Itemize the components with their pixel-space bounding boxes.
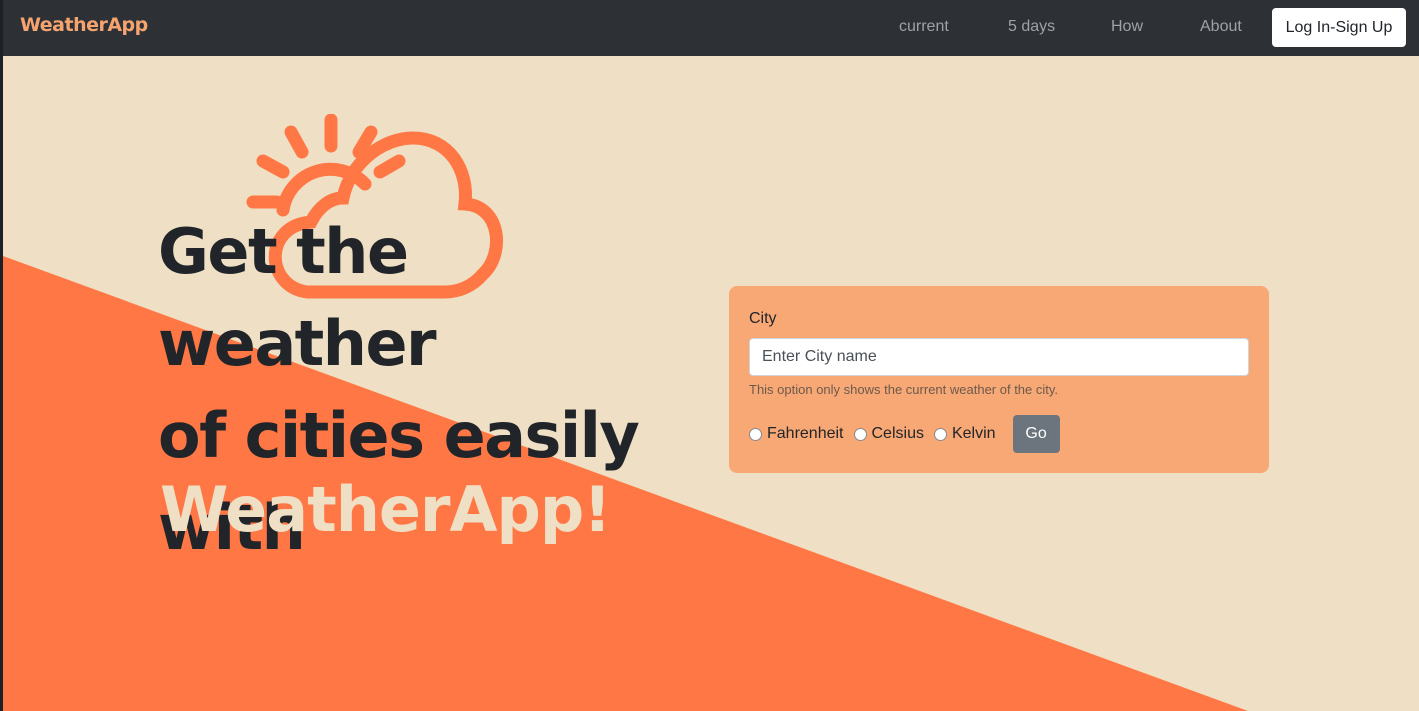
city-search-card: City This option only shows the current …: [729, 286, 1269, 473]
unit-option-kelvin[interactable]: Kelvin: [933, 425, 996, 443]
nav-link-about[interactable]: About: [1200, 18, 1242, 36]
radio-fahrenheit[interactable]: [749, 427, 762, 441]
headline-line-2: of cities easily: [158, 399, 640, 472]
navbar: WeatherApp current 5 days How About Log …: [0, 0, 1419, 56]
unit-option-celsius[interactable]: Celsius: [853, 425, 924, 443]
nav-link-current[interactable]: current: [899, 18, 949, 36]
nav-link-how[interactable]: How: [1111, 18, 1143, 36]
unit-radio-group: Fahrenheit Celsius Kelvin Go: [749, 415, 1060, 453]
brand-logo[interactable]: WeatherApp: [20, 14, 148, 36]
login-signup-button[interactable]: Log In-Sign Up: [1272, 8, 1406, 47]
radio-celsius[interactable]: [853, 427, 867, 441]
radio-label-fahrenheit: Fahrenheit: [767, 425, 844, 442]
help-text: This option only shows the current weath…: [749, 382, 1059, 397]
unit-option-fahrenheit[interactable]: Fahrenheit: [749, 425, 844, 443]
headline-brand: WeatherApp!: [160, 473, 611, 546]
radio-label-celsius: Celsius: [871, 425, 924, 442]
nav-link-5-days[interactable]: 5 days: [1008, 18, 1055, 36]
radio-kelvin[interactable]: [933, 427, 947, 441]
hero-section: Get the weather of cities easily with We…: [0, 56, 1419, 711]
radio-label-kelvin: Kelvin: [951, 425, 996, 442]
go-button[interactable]: Go: [1012, 415, 1060, 453]
city-input[interactable]: [749, 338, 1249, 376]
headline-line-1: Get the weather: [158, 215, 437, 380]
city-label: City: [749, 310, 777, 327]
